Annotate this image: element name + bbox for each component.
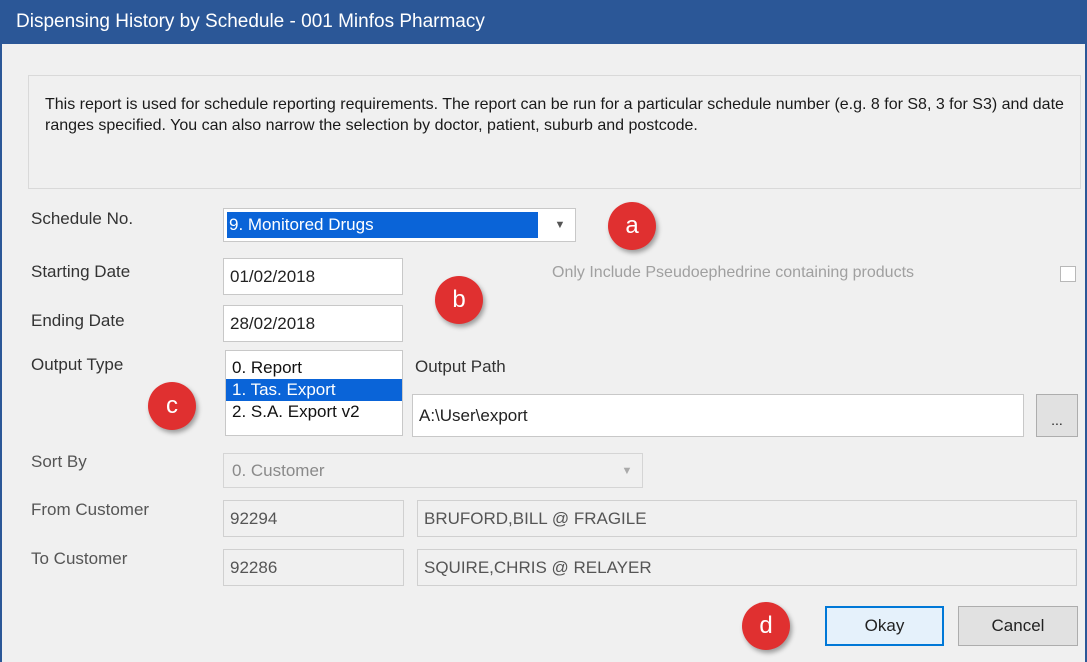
okay-button[interactable]: Okay bbox=[825, 606, 944, 646]
chevron-down-icon[interactable]: ▼ bbox=[612, 454, 642, 487]
schedule-dropdown[interactable]: 9. Monitored Drugs ▼ bbox=[223, 208, 576, 242]
starting-date-label: Starting Date bbox=[31, 262, 131, 281]
chevron-down-icon[interactable]: ▼ bbox=[545, 209, 575, 241]
dialog-window: Dispensing History by Schedule - 001 Min… bbox=[0, 0, 1087, 662]
annotation-badge-c: c bbox=[148, 382, 196, 430]
info-panel: This report is used for schedule reporti… bbox=[28, 75, 1081, 189]
to-customer-name[interactable]: SQUIRE,CHRIS @ RELAYER bbox=[417, 549, 1077, 586]
starting-date-field[interactable]: 01/02/2018 bbox=[223, 258, 403, 295]
pseudo-checkbox[interactable] bbox=[1060, 266, 1076, 282]
browse-button[interactable]: ... bbox=[1036, 394, 1078, 437]
pseudo-label: Only Include Pseudoephedrine containing … bbox=[552, 264, 915, 281]
annotation-badge-d: d bbox=[742, 602, 790, 650]
to-customer-label: To Customer bbox=[31, 549, 128, 568]
from-customer-id[interactable]: 92294 bbox=[223, 500, 404, 537]
output-type-label: Output Type bbox=[31, 355, 124, 374]
title-bar: Dispensing History by Schedule - 001 Min… bbox=[2, 0, 1087, 44]
list-item[interactable]: 0. Report bbox=[226, 357, 402, 379]
schedule-label: Schedule No. bbox=[31, 209, 134, 228]
sort-by-value: 0. Customer bbox=[232, 461, 325, 480]
annotation-badge-a: a bbox=[608, 202, 656, 250]
list-item-selected[interactable]: 1. Tas. Export bbox=[226, 379, 402, 401]
output-path-input[interactable]: A:\User\export bbox=[412, 394, 1024, 437]
schedule-selected-value: 9. Monitored Drugs bbox=[226, 211, 539, 239]
output-type-list[interactable]: 0. Report 1. Tas. Export 2. S.A. Export … bbox=[225, 350, 403, 436]
ending-date-field[interactable]: 28/02/2018 bbox=[223, 305, 403, 342]
list-item[interactable]: 2. S.A. Export v2 bbox=[226, 401, 402, 423]
from-customer-name[interactable]: BRUFORD,BILL @ FRAGILE bbox=[417, 500, 1077, 537]
sort-by-label: Sort By bbox=[31, 452, 87, 471]
cancel-button[interactable]: Cancel bbox=[958, 606, 1078, 646]
to-customer-id[interactable]: 92286 bbox=[223, 549, 404, 586]
sort-by-dropdown[interactable]: 0. Customer ▼ bbox=[223, 453, 643, 488]
output-path-label: Output Path bbox=[415, 357, 506, 376]
from-customer-label: From Customer bbox=[31, 500, 150, 519]
annotation-badge-b: b bbox=[435, 276, 483, 324]
ending-date-label: Ending Date bbox=[31, 311, 125, 330]
